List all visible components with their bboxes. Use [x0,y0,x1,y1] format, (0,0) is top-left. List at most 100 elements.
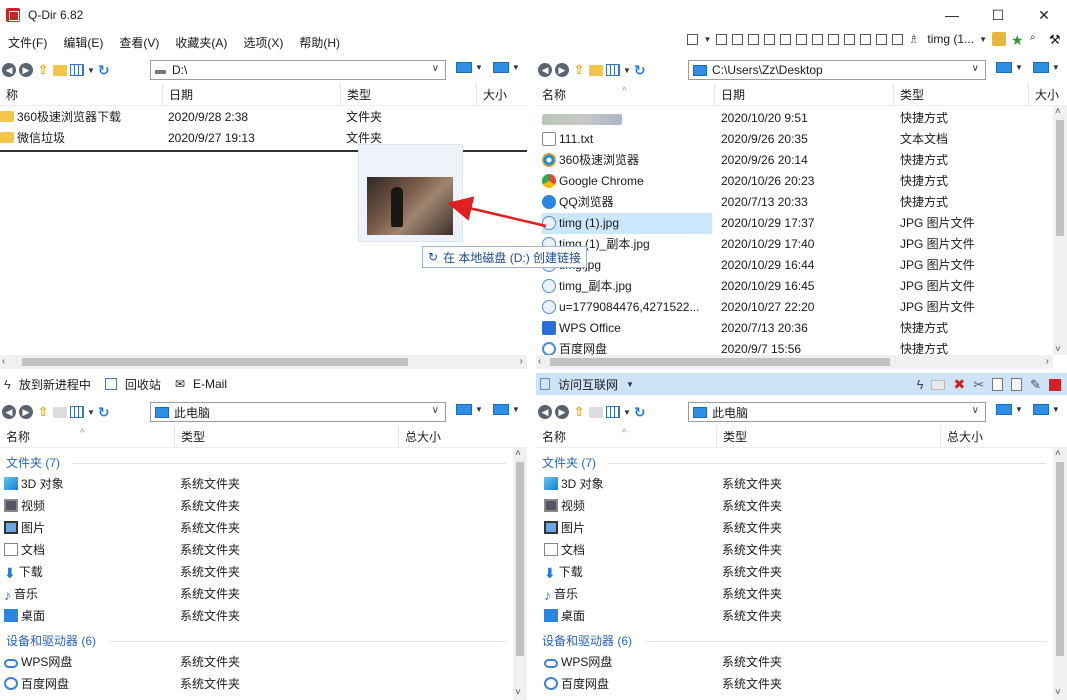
favorites-icon[interactable] [992,32,1006,46]
vertical-scrollbar[interactable]: ˄ ˅ [513,448,527,700]
menu-help[interactable]: 帮助(H) [291,34,348,51]
column-name[interactable]: 名称 [0,426,172,448]
list-item[interactable]: 3D 对象 系统文件夹 [0,474,527,495]
layout-2-icon[interactable] [716,33,728,45]
view-dropdown-icon[interactable]: ▼ [623,408,631,417]
address-dropdown-icon[interactable]: ∨ [972,405,979,416]
forward-icon[interactable]: ▶ [19,405,33,419]
scroll-thumb[interactable] [550,358,890,366]
scroll-down-icon[interactable]: ˅ [515,687,521,698]
up-icon[interactable]: ⇧ [572,404,586,419]
scroll-left-icon[interactable]: ‹ [2,355,5,369]
view-dropdown-icon[interactable]: ▼ [87,408,95,417]
address-dropdown-icon[interactable]: ∨ [972,63,979,74]
scroll-left-icon[interactable]: ‹ [538,355,541,369]
view-mode-button[interactable]: ▼ [996,404,1023,415]
list-item[interactable]: WPS网盘 系统文件夹 [536,652,1067,673]
scroll-thumb[interactable] [516,462,524,656]
rename-icon[interactable]: ✎ [1030,377,1041,393]
scroll-thumb[interactable] [1056,462,1064,656]
list-item[interactable]: 文档 系统文件夹 [0,540,527,561]
scroll-down-icon[interactable]: ˅ [1055,687,1061,698]
user-icon[interactable]: ♗ [908,32,922,46]
column-date[interactable]: 日期 [162,84,340,106]
user-dropdown[interactable]: timg (1... [927,32,974,46]
list-item[interactable]: 百度网盘 系统文件夹 [536,674,1067,695]
list-item[interactable]: ♪ 音乐 系统文件夹 [536,584,1067,605]
scroll-right-icon[interactable]: › [1046,355,1049,369]
back-icon[interactable]: ◀ [2,63,16,77]
minimize-button[interactable]: — [929,0,975,30]
up-icon[interactable]: ⇧ [36,404,50,419]
scroll-thumb[interactable] [22,358,408,366]
refresh-icon[interactable]: ↻ [634,62,646,79]
maximize-button[interactable]: ☐ [975,0,1021,30]
list-item[interactable]: 图片 系统文件夹 [0,518,527,539]
list-item[interactable]: WPS网盘 系统文件夹 [0,652,527,673]
column-type[interactable]: 类型 [174,426,398,448]
menu-view[interactable]: 查看(V) [111,34,167,51]
forward-icon[interactable]: ▶ [555,405,569,419]
layout-dropdown-icon[interactable]: ▼ [703,35,711,44]
column-date[interactable]: 日期 [714,84,892,106]
layout-13-icon[interactable] [892,33,904,45]
list-item[interactable]: ⬇ 下载 系统文件夹 [536,562,1067,583]
layout-8-icon[interactable] [812,33,824,45]
view-dropdown-icon[interactable]: ▼ [623,66,631,75]
list-item[interactable]: QQ浏览器 2020/7/13 20:33 快捷方式 [536,192,1067,213]
cut-icon[interactable]: ✂ [973,377,984,393]
back-icon[interactable]: ◀ [2,405,16,419]
refresh-icon[interactable]: ↻ [634,404,646,421]
refresh-icon[interactable]: ↻ [98,62,110,79]
list-item[interactable]: WPS Office 2020/7/13 20:36 快捷方式 [536,318,1067,339]
folder-icon[interactable] [53,406,67,418]
list-item[interactable]: 桌面 系统文件夹 [0,606,527,627]
scroll-thumb[interactable] [1056,120,1064,236]
back-icon[interactable]: ◀ [538,63,552,77]
list-item[interactable]: u=1779084476,4271522... 2020/10/27 22:20… [536,297,1067,318]
layout-7-icon[interactable] [796,33,808,45]
list-item[interactable]: 360极速浏览器 2020/9/26 20:14 快捷方式 [536,150,1067,171]
layout-10-icon[interactable] [844,33,856,45]
list-item[interactable]: ⬇ 下载 系统文件夹 [0,562,527,583]
column-size[interactable]: 大小 [476,84,527,106]
view-mode-button[interactable]: ▼ [996,62,1023,73]
group-header-devices[interactable]: 设备和驱动器 (6) [542,630,632,652]
list-item[interactable]: 百度网盘 系统文件夹 [0,674,527,695]
address-dropdown-icon[interactable]: ∨ [432,63,439,74]
up-icon[interactable]: ⇧ [572,62,586,77]
address-bar[interactable]: 此电脑 ∨ [150,402,446,422]
copy-icon[interactable] [992,378,1004,391]
menu-edit[interactable]: 编辑(E) [55,34,111,51]
layout-3-icon[interactable] [732,33,744,45]
view-dropdown-icon[interactable]: ▼ [87,66,95,75]
list-item[interactable]: 桌面 系统文件夹 [536,606,1067,627]
column-type[interactable]: 类型 [340,84,474,106]
column-size[interactable]: 大小 [1028,84,1067,106]
view-grid-icon[interactable] [606,406,620,418]
refresh-icon[interactable]: ↻ [98,404,110,421]
list-item[interactable]: 视频 系统文件夹 [0,496,527,517]
back-icon[interactable]: ◀ [538,405,552,419]
scroll-right-icon[interactable]: › [520,355,523,369]
scroll-up-icon[interactable]: ˄ [1055,106,1061,117]
layout-9-icon[interactable] [828,33,840,45]
list-item[interactable]: 图片 系统文件夹 [536,518,1067,539]
menu-file[interactable]: 文件(F) [0,34,55,51]
list-item[interactable]: 视频 系统文件夹 [536,496,1067,517]
address-bar[interactable]: D:\ ∨ [150,60,446,80]
paste-icon[interactable] [1011,378,1023,391]
desktop-button[interactable]: ▼ [1032,404,1060,415]
menu-favorites[interactable]: 收藏夹(A) [167,34,235,51]
desktop-button[interactable]: ▼ [492,404,520,415]
list-item[interactable]: timg_副本.jpg 2020/10/29 16:45 JPG 图片文件 [536,276,1067,297]
scroll-up-icon[interactable]: ˄ [515,448,521,459]
column-type[interactable]: 类型 [716,426,940,448]
layout-1-icon[interactable] [687,33,699,45]
visit-dropdown-icon[interactable]: ▼ [626,380,634,389]
group-header-folders[interactable]: 文件夹 (7) [542,452,596,474]
layout-11-icon[interactable] [860,33,872,45]
column-name[interactable]: 称 [0,84,160,106]
list-item[interactable]: timg.jpg 2020/10/29 16:44 JPG 图片文件 [536,255,1067,276]
layout-6-icon[interactable] [780,33,792,45]
